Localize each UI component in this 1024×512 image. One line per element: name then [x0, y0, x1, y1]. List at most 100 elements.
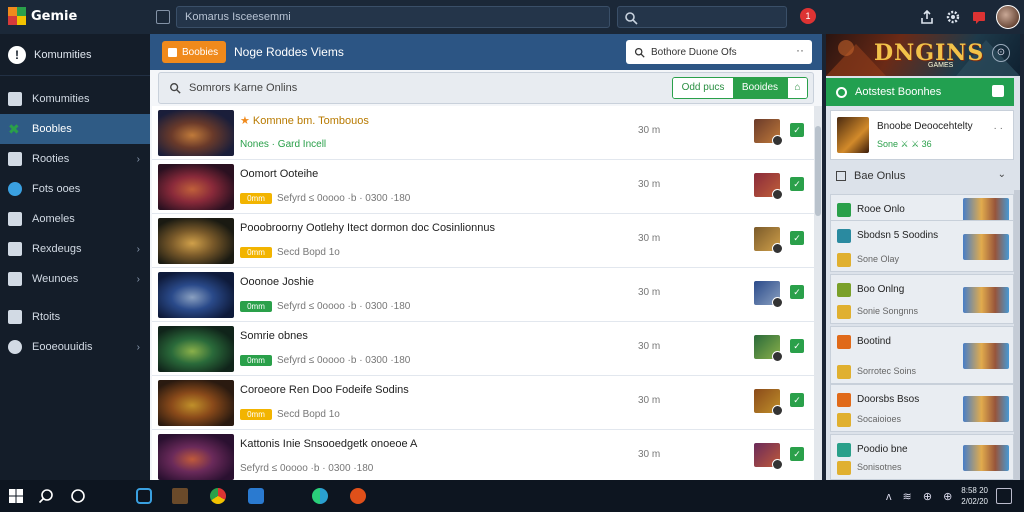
game-thumbnail[interactable]: [158, 272, 234, 318]
clock[interactable]: 8:58 20 2/02/20: [958, 485, 988, 507]
game-title-text: Oomort Ooteihe: [240, 168, 319, 180]
user-avatar[interactable]: [996, 5, 1020, 29]
game-subtitle-text: Secd Bopd 1o: [277, 247, 340, 258]
edge-icon[interactable]: [312, 488, 328, 504]
sidebar-item[interactable]: Weunoes ›: [0, 264, 150, 294]
game-avatar[interactable]: [754, 389, 783, 416]
app-icon-blue[interactable]: [248, 488, 264, 504]
game-row[interactable]: Coroeore Ren Doo Fodeife Sodins 0mm Secd B…: [152, 376, 816, 430]
game-title[interactable]: Oomort Ooteihe: [240, 168, 318, 180]
game-row[interactable]: Somrie obnes 0mm Sefyrd ≤ 0oooo ·b · 0300 …: [152, 322, 816, 376]
game-title[interactable]: Somrie obnes: [240, 330, 308, 342]
game-title[interactable]: Coroeore Ren Doo Fodeife Sodins: [240, 384, 409, 396]
gear-icon[interactable]: [946, 10, 960, 24]
join-button[interactable]: ✓: [790, 285, 804, 299]
segment-odd[interactable]: Odd pucs: [673, 78, 733, 98]
scroll-thumb[interactable]: [815, 126, 821, 216]
game-row[interactable]: Ooonoe Joshie 0mm Sefyrd ≤ 0oooo ·b · 0300…: [152, 268, 816, 322]
sidebar-item[interactable]: ✖ Boobles: [0, 114, 150, 144]
sidebar-item[interactable]: Aomeles: [0, 204, 150, 234]
online-group[interactable]: Sbodsn 5 Soodins Sone Olay: [830, 220, 1014, 272]
app-icon-files[interactable]: [172, 488, 188, 504]
game-thumbnail[interactable]: [158, 434, 234, 480]
game-thumbnail[interactable]: [158, 218, 234, 264]
game-title[interactable]: ★ Komnne bm. Tombouos: [240, 114, 369, 127]
promo-banner[interactable]: DNGINS GAMES ⊙: [826, 34, 1020, 76]
group-avatars[interactable]: [963, 445, 1009, 471]
join-button[interactable]: ✓: [790, 339, 804, 353]
join-button[interactable]: ✓: [790, 123, 804, 137]
list-scrollbar[interactable]: [814, 106, 822, 480]
top-search-input[interactable]: [617, 6, 787, 28]
join-button[interactable]: ✓: [790, 177, 804, 191]
right-scrollbar[interactable]: [1014, 190, 1020, 480]
group-icon: [837, 203, 851, 217]
featured-card-title: Bnoobe Deoocehtelty: [877, 121, 973, 132]
online-group[interactable]: Doorsbs Bsos Socaioioes: [830, 384, 1014, 432]
online-section-header[interactable]: Bae Onlus ⌄: [830, 164, 1014, 188]
segment-active[interactable]: Booides: [733, 78, 787, 98]
group-avatars[interactable]: [963, 396, 1009, 422]
system-tray[interactable]: ʌ ≋ ⊕ ⊕: [886, 490, 956, 503]
segment-home[interactable]: ⌂: [787, 78, 807, 98]
share-icon[interactable]: [920, 10, 934, 24]
address-bar[interactable]: Komarus Isceesemmi: [156, 6, 610, 28]
game-avatar[interactable]: [754, 281, 783, 308]
header-search-input[interactable]: Bothore Duone Ofs ··: [626, 40, 812, 64]
game-thumbnail[interactable]: [158, 326, 234, 372]
sidebar-item[interactable]: Eooeouuidis ›: [0, 332, 150, 362]
sidebar-item[interactable]: Rexdeugs ›: [0, 234, 150, 264]
game-title[interactable]: Pooobroorny Ootlehy Itect dormon doc Cos…: [240, 222, 495, 234]
online-group[interactable]: Bootind Sorrotec Soins: [830, 326, 1014, 384]
online-group[interactable]: Boo Onlng Sonie Songnns: [830, 274, 1014, 324]
game-title[interactable]: Ooonoe Joshie: [240, 276, 314, 288]
join-button[interactable]: ✓: [790, 447, 804, 461]
sidebar-item[interactable]: Rooties ›: [0, 144, 150, 174]
game-title[interactable]: Kattonis Inie Snsooedgetk onoeoe A: [240, 438, 417, 450]
more-icon[interactable]: ··: [796, 43, 804, 57]
copy-icon: [836, 171, 846, 181]
message-icon[interactable]: [972, 10, 986, 24]
sidebar-item[interactable]: Komumities: [0, 84, 150, 114]
chevron-down-icon[interactable]: ⌄: [998, 169, 1006, 180]
group-avatars[interactable]: [963, 234, 1009, 260]
game-thumbnail[interactable]: [158, 380, 234, 426]
task-view-icon[interactable]: [70, 488, 86, 504]
game-row[interactable]: Oomort Ooteihe 0mm Sefyrd ≤ 0oooo ·b · 030…: [152, 160, 816, 214]
group-avatars[interactable]: [963, 343, 1009, 369]
game-thumbnail[interactable]: [158, 164, 234, 210]
sidebar-header[interactable]: ! Komumities: [0, 34, 150, 76]
search-icon[interactable]: [38, 488, 54, 504]
notification-badge[interactable]: 1: [800, 8, 816, 24]
game-row[interactable]: Pooobroorny Ootlehy Itect dormon doc Cos…: [152, 214, 816, 268]
store-icon: [8, 272, 22, 286]
game-thumbnail[interactable]: [158, 110, 234, 156]
game-avatar[interactable]: [754, 443, 783, 470]
sidebar-item-label: Weunoes: [32, 273, 79, 285]
featured-card[interactable]: Bnoobe Deoocehtelty Sone ⚔ ⚔ 36 · ·: [830, 110, 1014, 160]
more-icon[interactable]: · ·: [994, 123, 1003, 134]
windows-start-icon[interactable]: [8, 488, 24, 504]
online-group[interactable]: Poodio bne Sonisotnes: [830, 434, 1014, 480]
game-row[interactable]: ★ Komnne bm. Tombouos Nones · Gard Incell…: [152, 106, 816, 160]
header-action-button[interactable]: Boobies: [162, 41, 226, 63]
address-field[interactable]: Komarus Isceesemmi: [176, 6, 610, 28]
banner-close-icon[interactable]: ⊙: [992, 44, 1010, 62]
game-avatar[interactable]: [754, 173, 783, 200]
join-button[interactable]: ✓: [790, 393, 804, 407]
app-icon-store[interactable]: [136, 488, 152, 504]
game-row[interactable]: Kattonis Inie Snsooedgetk onoeoe A Sefyrd…: [152, 430, 816, 480]
sidebar-item[interactable]: Rtoits: [0, 302, 150, 332]
join-button[interactable]: ✓: [790, 231, 804, 245]
chrome-icon[interactable]: [210, 488, 226, 504]
game-avatar[interactable]: [754, 335, 783, 362]
featured-bar[interactable]: Aotstest Boonhes: [826, 78, 1014, 106]
group-avatars[interactable]: [963, 287, 1009, 313]
game-avatar[interactable]: [754, 227, 783, 254]
app-icon-orange[interactable]: [350, 488, 366, 504]
sidebar-item[interactable]: Fots ooes: [0, 174, 150, 204]
share-icon[interactable]: [992, 85, 1004, 97]
app-logo[interactable]: Gemie: [8, 7, 77, 25]
notification-center-icon[interactable]: [996, 488, 1012, 504]
game-avatar[interactable]: [754, 119, 783, 146]
